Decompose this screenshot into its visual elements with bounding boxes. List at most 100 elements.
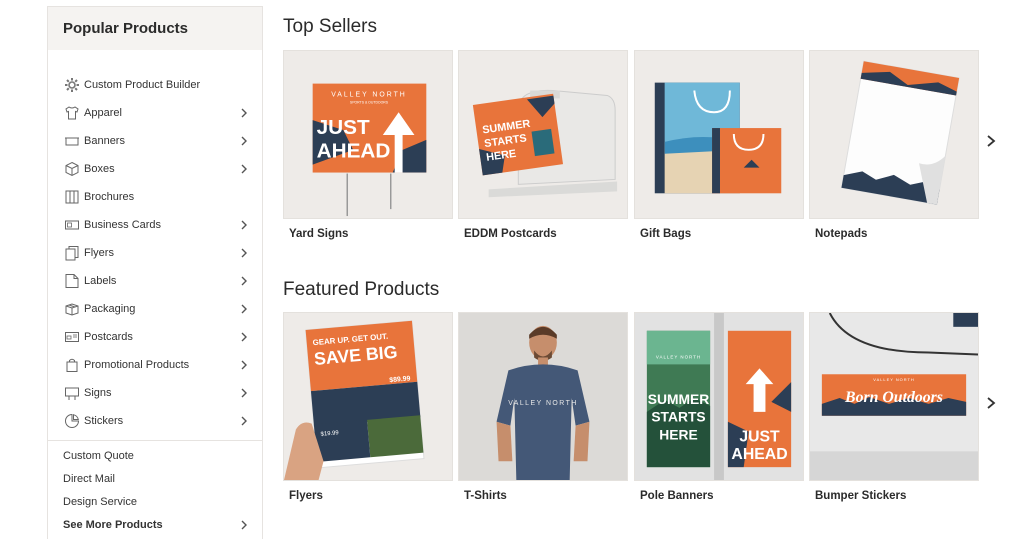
sign-sub-text: SPORTS & OUTDOORS: [350, 100, 389, 104]
sidebar-item-label: Stickers: [84, 415, 124, 427]
product-label[interactable]: Flyers: [289, 490, 323, 502]
sidebar-item-postcards[interactable]: Postcards: [48, 323, 262, 351]
sidebar-title: Popular Products: [48, 7, 262, 50]
sidebar-item-promotional-products[interactable]: Promotional Products: [48, 351, 262, 379]
product-label[interactable]: Gift Bags: [640, 228, 691, 240]
product-card-pole-banners[interactable]: VALLEY NORTH SUMMER STARTS HERE JUST AHE…: [634, 312, 804, 481]
product-label[interactable]: T-Shirts: [464, 490, 507, 502]
sidebar-item-custom-product-builder[interactable]: Custom Product Builder: [48, 71, 262, 99]
chevron-right-icon: [238, 163, 250, 175]
package-icon: [63, 301, 81, 317]
pole-banner-image: VALLEY NORTH SUMMER STARTS HERE JUST AHE…: [635, 313, 803, 480]
sidebar-item-label: Promotional Products: [84, 359, 190, 371]
sticker-text: Born Outdoors: [844, 389, 943, 406]
sign-text-1: JUST: [317, 116, 370, 139]
custom-quote-link[interactable]: Custom Quote: [48, 444, 262, 467]
product-card-flyers[interactable]: GEAR UP. GET OUT. SAVE BIG $89.99 $19.99: [283, 312, 453, 481]
chevron-right-icon: [238, 359, 250, 371]
product-card-bumper-stickers[interactable]: VALLEY NORTH Born Outdoors: [809, 312, 979, 481]
sidebar-item-labels[interactable]: Labels: [48, 267, 262, 295]
featured-next-arrow[interactable]: [984, 396, 998, 410]
sidebar-item-label: Signs: [84, 387, 112, 399]
sidebar-item-label: Boxes: [84, 163, 115, 175]
chevron-right-icon: [238, 331, 250, 343]
chevron-right-icon: [238, 387, 250, 399]
sidebar-item-apparel[interactable]: Apparel: [48, 99, 262, 127]
link-label: See More Products: [63, 518, 163, 531]
box-icon: [63, 161, 81, 177]
gift-bag-image: [635, 51, 803, 218]
sidebar-item-label: Banners: [84, 135, 125, 147]
product-label[interactable]: EDDM Postcards: [464, 228, 557, 240]
chevron-right-icon: [238, 247, 250, 259]
product-label[interactable]: Pole Banners: [640, 490, 714, 502]
yard-sign-image: VALLEY NORTH SPORTS & OUTDOORS JUST AHEA…: [284, 51, 452, 218]
pole-banner-left-1: SUMMER: [648, 391, 709, 407]
product-card-notepads[interactable]: [809, 50, 979, 219]
postcard-icon: [63, 329, 81, 345]
eddm-postcard-image: SUMMER STARTS HERE: [459, 51, 627, 218]
gear-icon: [63, 77, 81, 93]
chevron-right-icon: [238, 219, 250, 231]
pole-banner-left-3: HERE: [659, 426, 697, 442]
sticker-brand-text: VALLEY NORTH: [873, 377, 914, 382]
sidebar-item-packaging[interactable]: Packaging: [48, 295, 262, 323]
top-sellers-next-arrow[interactable]: [984, 134, 998, 148]
product-label[interactable]: Yard Signs: [289, 228, 348, 240]
link-label: Direct Mail: [63, 472, 115, 485]
product-card-t-shirts[interactable]: VALLEY NORTH: [458, 312, 628, 481]
sidebar-item-boxes[interactable]: Boxes: [48, 155, 262, 183]
sidebar: Popular Products Custom Product Builder …: [47, 6, 263, 539]
sidebar-item-signs[interactable]: Signs: [48, 379, 262, 407]
sign-icon: [63, 385, 81, 401]
featured-products-heading: Featured Products: [283, 279, 440, 300]
bumper-sticker-image: VALLEY NORTH Born Outdoors: [810, 313, 978, 480]
sidebar-item-label: Apparel: [84, 107, 122, 119]
sticker-icon: [63, 413, 81, 429]
pole-banner-right-1: JUST: [739, 428, 780, 445]
banner-icon: [63, 133, 81, 149]
sidebar-list: Custom Product Builder Apparel Banners B…: [48, 50, 262, 435]
sidebar-item-flyers[interactable]: Flyers: [48, 239, 262, 267]
sign-text-2: AHEAD: [317, 140, 391, 163]
sign-brand-text: VALLEY NORTH: [331, 91, 407, 98]
sidebar-item-banners[interactable]: Banners: [48, 127, 262, 155]
chevron-right-icon: [238, 107, 250, 119]
tshirt-icon: [63, 105, 81, 121]
sidebar-item-label: Flyers: [84, 247, 114, 259]
see-more-products-link[interactable]: See More Products: [48, 513, 262, 536]
product-card-eddm-postcards[interactable]: SUMMER STARTS HERE: [458, 50, 628, 219]
chevron-right-icon: [987, 135, 996, 147]
sidebar-item-label: Postcards: [84, 331, 133, 343]
sidebar-item-label: Brochures: [84, 191, 135, 203]
design-service-link[interactable]: Design Service: [48, 490, 262, 513]
product-label[interactable]: Notepads: [815, 228, 867, 240]
sidebar-item-label: Custom Product Builder: [84, 79, 201, 91]
sidebar-divider: [48, 440, 262, 441]
sidebar-item-brochures[interactable]: Brochures: [48, 183, 262, 211]
label-icon: [63, 273, 81, 289]
sidebar-item-label: Business Cards: [84, 219, 162, 231]
link-label: Design Service: [63, 495, 137, 508]
chevron-right-icon: [238, 135, 250, 147]
direct-mail-link[interactable]: Direct Mail: [48, 467, 262, 490]
chevron-right-icon: [987, 397, 996, 409]
product-card-yard-signs[interactable]: VALLEY NORTH SPORTS & OUTDOORS JUST AHEA…: [283, 50, 453, 219]
sidebar-item-stickers[interactable]: Stickers: [48, 407, 262, 435]
flyer-icon: [63, 245, 81, 261]
pole-banner-left-2: STARTS: [651, 409, 705, 425]
pole-banner-right-2: AHEAD: [731, 446, 787, 463]
business-card-icon: [63, 217, 81, 233]
top-sellers-heading: Top Sellers: [283, 16, 377, 37]
product-label[interactable]: Bumper Stickers: [815, 490, 906, 502]
notepad-image: [810, 51, 978, 218]
chevron-right-icon: [238, 303, 250, 315]
bag-icon: [63, 357, 81, 373]
pole-banner-brand-left: VALLEY NORTH: [656, 354, 701, 359]
brochure-icon: [63, 189, 81, 205]
sidebar-item-business-cards[interactable]: Business Cards: [48, 211, 262, 239]
flyer-image: GEAR UP. GET OUT. SAVE BIG $89.99 $19.99: [284, 313, 452, 480]
sidebar-item-label: Labels: [84, 275, 117, 287]
tshirt-print-text: VALLEY NORTH: [508, 400, 578, 407]
product-card-gift-bags[interactable]: [634, 50, 804, 219]
